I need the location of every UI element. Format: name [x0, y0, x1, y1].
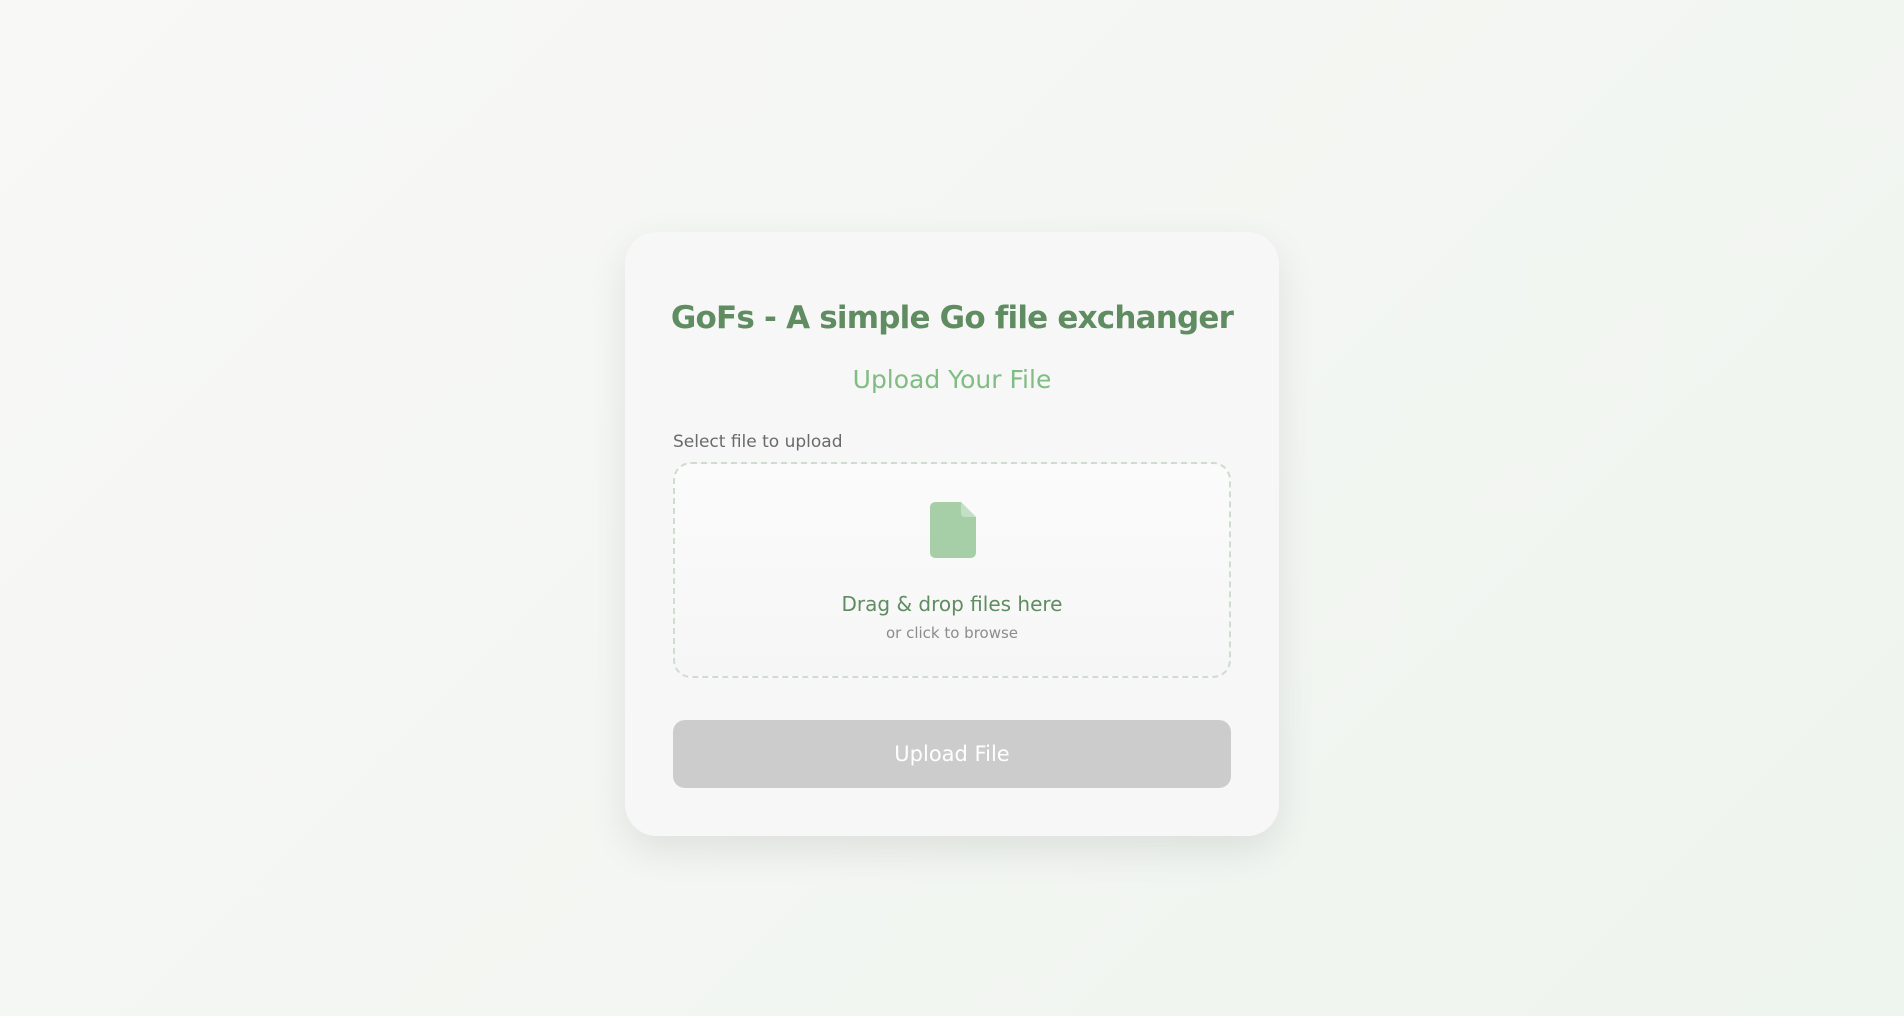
page-title: GoFs - A simple Go file exchanger: [670, 300, 1234, 336]
file-dropzone[interactable]: Drag & drop files here or click to brows…: [673, 462, 1231, 678]
file-field-label: Select file to upload: [673, 432, 843, 452]
upload-card: GoFs - A simple Go file exchanger Upload…: [625, 232, 1279, 836]
dropzone-title: Drag & drop files here: [841, 592, 1063, 616]
dropzone-hint: or click to browse: [885, 624, 1019, 642]
page-subtitle: Upload Your File: [852, 365, 1052, 394]
file-icon: [930, 502, 976, 558]
upload-file-button[interactable]: Upload File: [673, 720, 1231, 788]
